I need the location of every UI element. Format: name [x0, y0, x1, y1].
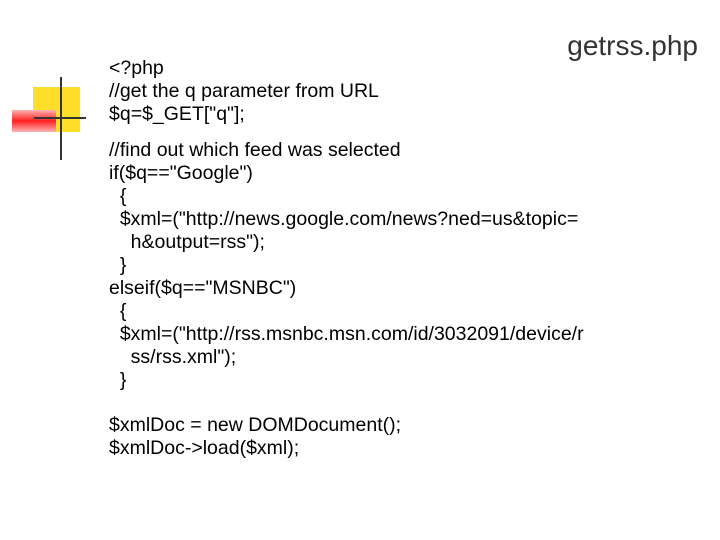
- code-line: //get the q parameter from URL: [109, 80, 379, 102]
- code-line: $xmlDoc = new DOMDocument();: [109, 414, 402, 436]
- code-line: $xml=("http://rss.msnbc.msn.com/id/30320…: [109, 323, 584, 345]
- code-line: //find out which feed was selected: [109, 139, 401, 161]
- code-line: $xml=("http://news.google.com/news?ned=u…: [109, 208, 579, 230]
- code-line: }: [109, 369, 127, 391]
- code-line: $q=$_GET["q"];: [109, 103, 245, 125]
- code-block: <?php //get the q parameter from URL $q=…: [109, 57, 669, 460]
- code-line: if($q=="Google"): [109, 162, 253, 184]
- code-line: $xmlDoc->load($xml);: [109, 437, 300, 459]
- decor-horizontal-line: [34, 117, 86, 119]
- code-line: <?php: [109, 57, 164, 79]
- code-line: h&output=rss");: [109, 231, 265, 253]
- code-line: elseif($q=="MSNBC"): [109, 277, 297, 299]
- code-line: {: [109, 185, 127, 207]
- code-line: {: [109, 300, 127, 322]
- code-line: }: [109, 254, 127, 276]
- decor-red-bar: [12, 110, 56, 132]
- code-line: ss/rss.xml");: [109, 346, 237, 368]
